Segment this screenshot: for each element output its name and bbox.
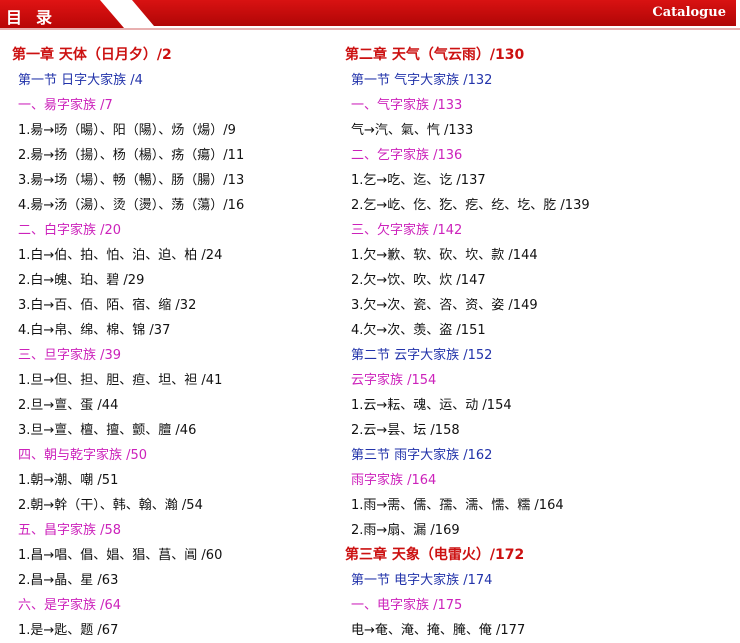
toc-entry-item[interactable]: 3.旦→亶、檀、擅、颤、膻 /46: [10, 418, 330, 443]
toc-entry-item[interactable]: 3.昜→场（場）、畅（暢）、肠（腸）/13: [10, 168, 330, 193]
toc-entry-item[interactable]: 1.是→匙、题 /67: [10, 618, 330, 643]
toc-chapter-item[interactable]: 第三章 天象（电雷火）/172: [343, 543, 733, 568]
toc-entry-item[interactable]: 2.云→昙、坛 /158: [343, 418, 733, 443]
toc-entry-item[interactable]: 1.欠→歉、软、砍、坎、款 /144: [343, 243, 733, 268]
toc-section-item[interactable]: 第三节 雨字大家族 /162: [343, 443, 733, 468]
toc-family-item[interactable]: 一、电字家族 /175: [343, 593, 733, 618]
catalogue-banner: Catalogue: [132, 0, 736, 26]
catalogue-header: 目录 Catalogue: [0, 0, 740, 30]
toc-entry-item[interactable]: 3.欠→次、瓷、咨、资、姿 /149: [343, 293, 733, 318]
toc-family-item[interactable]: 四、朝与乾字家族 /50: [10, 443, 330, 468]
toc-right-column: 第二章 天气（气云雨）/130 第一节 气字大家族 /132 一、气字家族 /133…: [343, 43, 733, 643]
toc-chapter-item[interactable]: 第二章 天气（气云雨）/130: [343, 43, 733, 68]
toc-entry-item[interactable]: 2.昌→晶、星 /63: [10, 568, 330, 593]
toc-entry-item[interactable]: 1.昌→唱、倡、娼、猖、菖、阊 /60: [10, 543, 330, 568]
toc-family-item[interactable]: 云字家族 /154: [343, 368, 733, 393]
toc-entry-item[interactable]: 4.昜→汤（湯）、烫（燙）、荡（蕩）/16: [10, 193, 330, 218]
toc-entry-item[interactable]: 1.白→伯、拍、怕、泊、迫、柏 /24: [10, 243, 330, 268]
toc-entry-item[interactable]: 4.欠→次、羡、盗 /151: [343, 318, 733, 343]
toc-entry-item[interactable]: 2.朝→幹（干）、韩、翰、瀚 /54: [10, 493, 330, 518]
toc-entry-item[interactable]: 2.乞→屹、仡、犵、疙、纥、圪、肐 /139: [343, 193, 733, 218]
catalogue-label: Catalogue: [652, 5, 726, 20]
toc-section-item[interactable]: 第二节 云字大家族 /152: [343, 343, 733, 368]
toc-entry-item[interactable]: 2.旦→亶、蛋 /44: [10, 393, 330, 418]
toc-family-item[interactable]: 三、旦字家族 /39: [10, 343, 330, 368]
page-title: 目录: [6, 8, 67, 27]
toc-chapter-item[interactable]: 第一章 天体（日月夕）/2: [10, 43, 330, 68]
toc-family-item[interactable]: 二、白字家族 /20: [10, 218, 330, 243]
toc-family-item[interactable]: 六、是字家族 /64: [10, 593, 330, 618]
toc-entry-item[interactable]: 1.雨→需、儒、孺、濡、懦、糯 /164: [343, 493, 733, 518]
toc-section-item[interactable]: 第一节 电字大家族 /174: [343, 568, 733, 593]
toc-entry-item[interactable]: 1.朝→潮、嘲 /51: [10, 468, 330, 493]
header-divider: [0, 28, 740, 30]
toc-family-item[interactable]: 三、欠字家族 /142: [343, 218, 733, 243]
toc-family-item[interactable]: 一、昜字家族 /7: [10, 93, 330, 118]
toc-entry-item[interactable]: 1.旦→但、担、胆、疸、坦、袒 /41: [10, 368, 330, 393]
toc-entry-item[interactable]: 2.白→魄、珀、碧 /29: [10, 268, 330, 293]
toc-entry-item[interactable]: 2.欠→饮、吹、炊 /147: [343, 268, 733, 293]
toc-family-item[interactable]: 五、昌字家族 /58: [10, 518, 330, 543]
toc-entry-item[interactable]: 2.昜→扬（揚）、杨（楊）、疡（瘍）/11: [10, 143, 330, 168]
toc-family-item[interactable]: 二、乞字家族 /136: [343, 143, 733, 168]
toc-entry-item[interactable]: 气→汽、氣、忾 /133: [343, 118, 733, 143]
toc-family-item[interactable]: 一、气字家族 /133: [343, 93, 733, 118]
toc-entry-item[interactable]: 1.昜→旸（暘）、阳（陽）、炀（煬）/9: [10, 118, 330, 143]
toc-left-column: 第一章 天体（日月夕）/2 第一节 日字大家族 /4 一、昜字家族 /7 1.昜→旸（…: [10, 43, 330, 643]
toc-section-item[interactable]: 第一节 日字大家族 /4: [10, 68, 330, 93]
toc-section-item[interactable]: 第一节 气字大家族 /132: [343, 68, 733, 93]
toc-entry-item[interactable]: 1.乞→吃、迄、讫 /137: [343, 168, 733, 193]
toc-entry-item[interactable]: 3.白→百、佰、陌、宿、缩 /32: [10, 293, 330, 318]
title-banner: 目录: [0, 0, 124, 28]
toc-entry-item[interactable]: 4.白→帛、绵、棉、锦 /37: [10, 318, 330, 343]
toc-entry-item[interactable]: 2.雨→扇、漏 /169: [343, 518, 733, 543]
toc-family-item[interactable]: 雨字家族 /164: [343, 468, 733, 493]
toc-entry-item[interactable]: 1.云→耘、魂、运、动 /154: [343, 393, 733, 418]
toc-entry-item[interactable]: 电→奄、淹、掩、腌、俺 /177: [343, 618, 733, 643]
